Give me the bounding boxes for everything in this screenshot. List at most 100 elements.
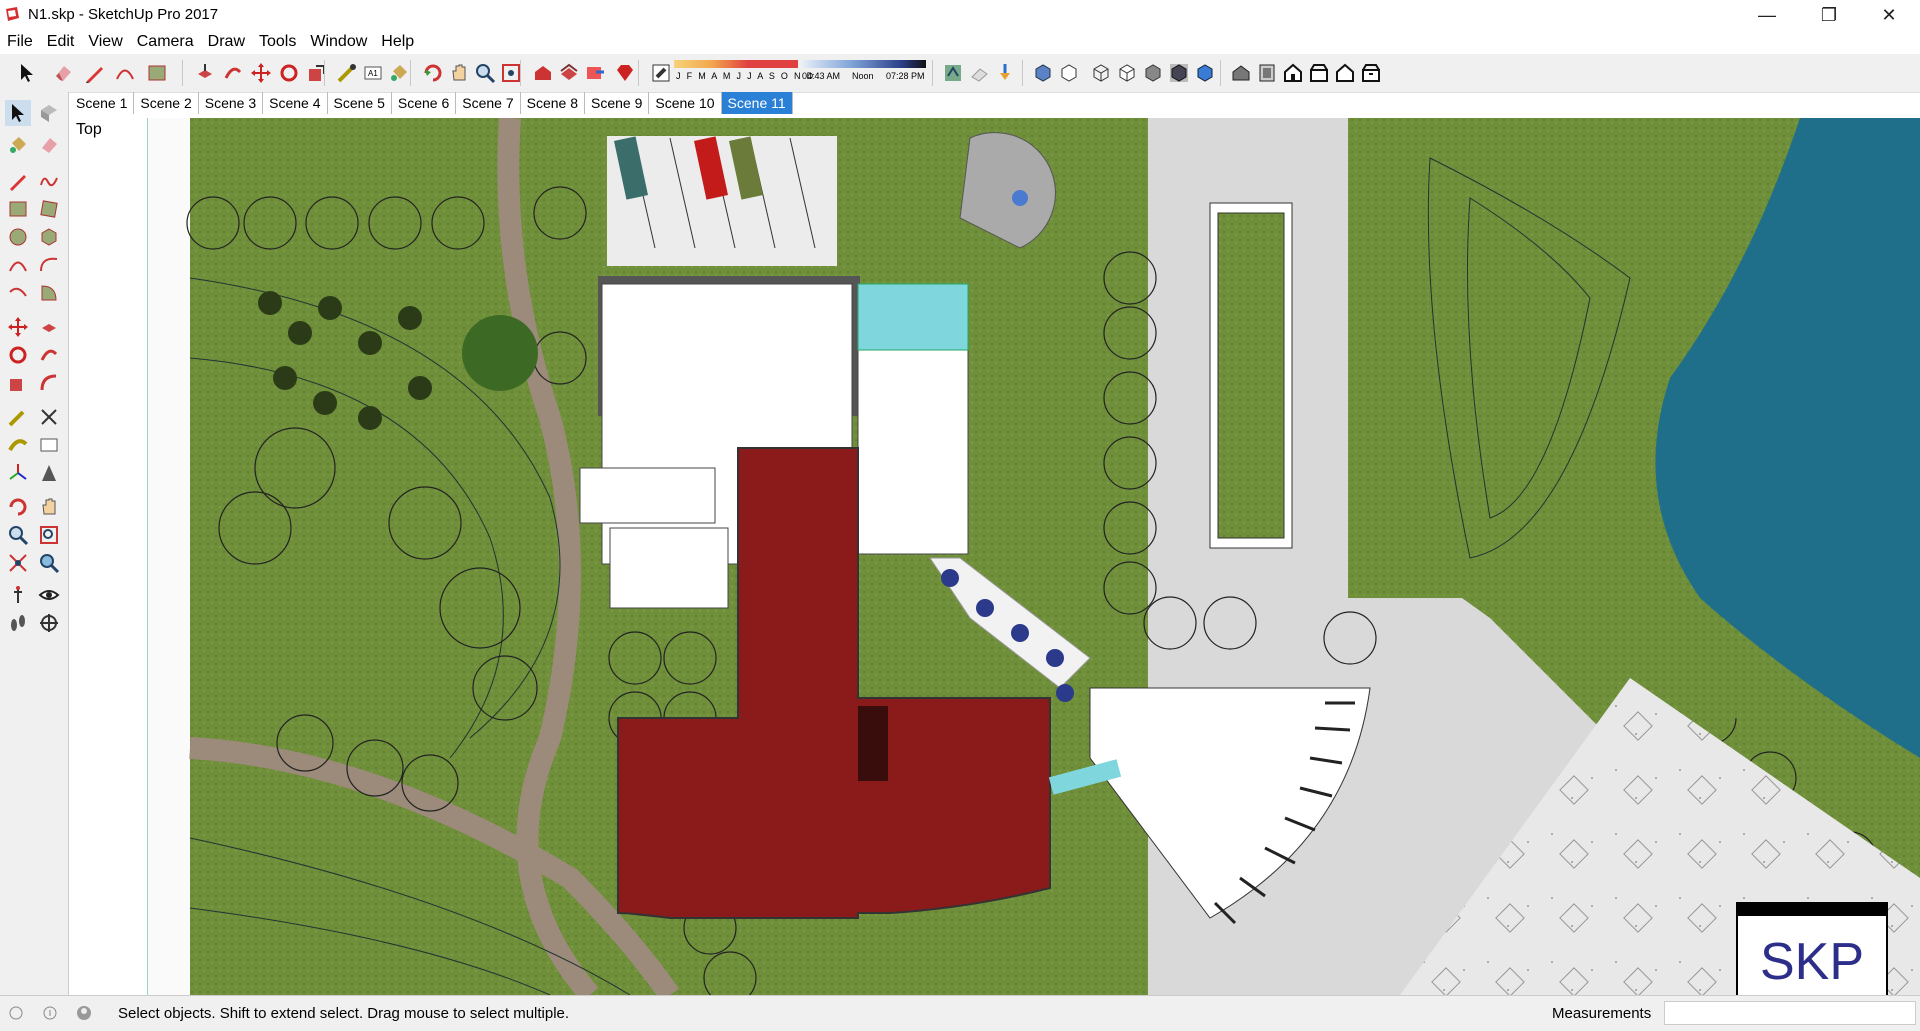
menu-window[interactable]: Window bbox=[303, 33, 374, 51]
text-tool[interactable] bbox=[36, 432, 62, 458]
axes-tool[interactable] bbox=[5, 460, 31, 486]
user-account-icon[interactable] bbox=[76, 1005, 92, 1021]
zoom-tool-button[interactable] bbox=[472, 60, 498, 86]
eraser-tool-button[interactable] bbox=[50, 60, 76, 86]
dimension-tool[interactable] bbox=[36, 404, 62, 430]
menu-edit[interactable]: Edit bbox=[40, 33, 82, 51]
make-component-tool[interactable] bbox=[36, 100, 62, 126]
tab-scene-1[interactable]: Scene 1 bbox=[70, 92, 135, 114]
measurements-input[interactable] bbox=[1664, 1001, 1916, 1025]
share-component-button[interactable] bbox=[582, 60, 608, 86]
tab-scene-10[interactable]: Scene 10 bbox=[649, 92, 722, 114]
model-viewport[interactable] bbox=[70, 118, 1920, 995]
polygon-tool[interactable] bbox=[36, 224, 62, 250]
select-tool-button[interactable] bbox=[14, 60, 40, 86]
circle-tool[interactable] bbox=[5, 224, 31, 250]
tab-scene-2[interactable]: Scene 2 bbox=[134, 92, 199, 114]
shadow-time-slider[interactable]: 04:43 AM Noon 07:28 PM bbox=[802, 60, 926, 88]
menu-draw[interactable]: Draw bbox=[201, 33, 252, 51]
position-camera-tool[interactable] bbox=[5, 582, 31, 608]
tab-scene-5[interactable]: Scene 5 bbox=[328, 92, 392, 114]
3d-text-tool[interactable] bbox=[36, 460, 62, 486]
two-point-arc-tool[interactable] bbox=[36, 252, 62, 278]
zoom-tool[interactable] bbox=[5, 522, 31, 548]
top-view-button[interactable] bbox=[1254, 60, 1280, 86]
follow-me-tool[interactable] bbox=[36, 342, 62, 368]
back-edges-style-button[interactable] bbox=[1056, 60, 1082, 86]
rotated-rectangle-tool[interactable] bbox=[36, 196, 62, 222]
zoom-extents-tool[interactable] bbox=[5, 550, 31, 576]
pie-tool[interactable] bbox=[36, 280, 62, 306]
move-tool-button[interactable] bbox=[248, 60, 274, 86]
restore-button[interactable]: ❐ bbox=[1806, 0, 1852, 30]
scale-tool-button[interactable] bbox=[304, 60, 330, 86]
toggle-terrain-button[interactable] bbox=[992, 60, 1018, 86]
freehand-tool[interactable] bbox=[36, 168, 62, 194]
back-view-button[interactable] bbox=[1332, 60, 1358, 86]
menu-view[interactable]: View bbox=[81, 33, 129, 51]
minimize-button[interactable]: — bbox=[1744, 0, 1790, 30]
rotate-tool-button[interactable] bbox=[276, 60, 302, 86]
shaded-style-button[interactable] bbox=[1140, 60, 1166, 86]
menu-tools[interactable]: Tools bbox=[252, 33, 303, 51]
rectangle-tool[interactable] bbox=[5, 196, 31, 222]
extension-warehouse-button[interactable] bbox=[612, 60, 638, 86]
tab-scene-3[interactable]: Scene 3 bbox=[199, 92, 264, 114]
look-around-tool[interactable] bbox=[36, 582, 62, 608]
front-view-button[interactable] bbox=[1280, 60, 1306, 86]
credits-info-icon[interactable] bbox=[42, 1005, 58, 1021]
previous-view-tool[interactable] bbox=[36, 550, 62, 576]
right-view-button[interactable] bbox=[1306, 60, 1332, 86]
move-tool[interactable] bbox=[5, 314, 31, 340]
line-tool-button[interactable] bbox=[82, 60, 108, 86]
orbit-tool[interactable] bbox=[5, 494, 31, 520]
select-tool[interactable] bbox=[5, 100, 31, 126]
orbit-tool-button[interactable] bbox=[420, 60, 446, 86]
protractor-tool[interactable] bbox=[5, 432, 31, 458]
hidden-line-style-button[interactable] bbox=[1114, 60, 1140, 86]
text-tool-button[interactable]: A1 bbox=[360, 60, 386, 86]
push-pull-tool-button[interactable] bbox=[192, 60, 218, 86]
menu-help[interactable]: Help bbox=[374, 33, 421, 51]
eraser-tool[interactable] bbox=[36, 132, 62, 158]
shaded-textures-style-button[interactable] bbox=[1166, 60, 1192, 86]
xray-style-button[interactable] bbox=[1030, 60, 1056, 86]
tab-scene-6[interactable]: Scene 6 bbox=[392, 92, 457, 114]
line-tool[interactable] bbox=[5, 168, 31, 194]
tab-scene-8[interactable]: Scene 8 bbox=[521, 92, 585, 114]
offset-tool[interactable] bbox=[36, 370, 62, 396]
walk-tool[interactable] bbox=[5, 610, 31, 636]
warehouse-button[interactable] bbox=[530, 60, 556, 86]
tab-scene-7[interactable]: Scene 7 bbox=[456, 92, 521, 114]
follow-me-tool-button[interactable] bbox=[220, 60, 246, 86]
paint-bucket-tool[interactable] bbox=[5, 132, 31, 158]
section-plane-tool[interactable] bbox=[36, 610, 62, 636]
wireframe-style-button[interactable] bbox=[1088, 60, 1114, 86]
zoom-window-tool[interactable] bbox=[36, 522, 62, 548]
rotate-tool[interactable] bbox=[5, 342, 31, 368]
tape-measure-tool[interactable] bbox=[5, 404, 31, 430]
menu-camera[interactable]: Camera bbox=[130, 33, 201, 51]
geo-location-button[interactable] bbox=[940, 60, 966, 86]
pan-tool-button[interactable] bbox=[446, 60, 472, 86]
iso-view-button[interactable] bbox=[1228, 60, 1254, 86]
menu-file[interactable]: File bbox=[0, 33, 40, 51]
three-point-arc-tool[interactable] bbox=[5, 280, 31, 306]
arc-tool-button[interactable] bbox=[112, 60, 138, 86]
rectangle-tool-button[interactable] bbox=[144, 60, 170, 86]
tab-scene-9[interactable]: Scene 9 bbox=[585, 92, 650, 114]
tape-measure-tool-button[interactable] bbox=[334, 60, 360, 86]
pan-tool[interactable] bbox=[36, 494, 62, 520]
scale-tool[interactable] bbox=[5, 370, 31, 396]
arc-tool[interactable] bbox=[5, 252, 31, 278]
push-pull-tool[interactable] bbox=[36, 314, 62, 340]
tab-scene-4[interactable]: Scene 4 bbox=[263, 92, 328, 114]
shadow-month-slider[interactable]: J F M A M J J A S O N D bbox=[674, 60, 813, 88]
tab-scene-11[interactable]: Scene 11 bbox=[721, 92, 793, 114]
geo-location-status-icon[interactable] bbox=[8, 1005, 24, 1021]
shadows-toggle-button[interactable] bbox=[648, 60, 674, 86]
monochrome-style-button[interactable] bbox=[1192, 60, 1218, 86]
left-view-button[interactable] bbox=[1358, 60, 1384, 86]
paint-bucket-tool-button[interactable] bbox=[386, 60, 412, 86]
share-model-button[interactable] bbox=[556, 60, 582, 86]
